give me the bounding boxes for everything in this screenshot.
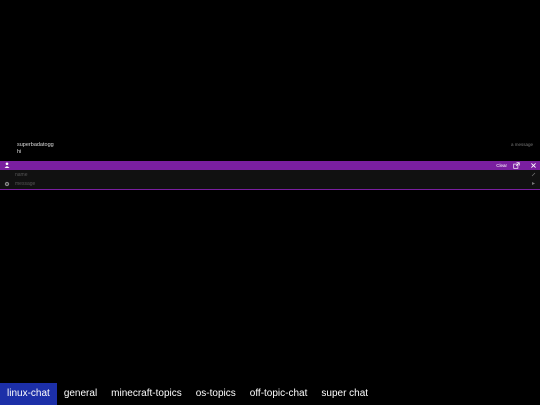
tab-off-topic-chat[interactable]: off-topic-chat: [243, 383, 315, 405]
message-input[interactable]: [15, 180, 515, 188]
channel-tabs: linux-chat general minecraft-topics os-t…: [0, 383, 540, 405]
clear-button[interactable]: Clear: [496, 162, 507, 169]
user-icon: [4, 162, 10, 168]
message-text: hi: [17, 149, 22, 155]
message-time: a message: [510, 142, 533, 147]
tab-general[interactable]: general: [57, 383, 104, 405]
tab-minecraft-topics[interactable]: minecraft-topics: [104, 383, 189, 405]
name-input[interactable]: [15, 171, 515, 179]
popout-icon[interactable]: [513, 162, 520, 169]
send-icon[interactable]: [531, 181, 536, 186]
chat-toolbar: Clear: [0, 161, 540, 170]
tab-linux-chat[interactable]: linux-chat: [0, 383, 57, 405]
tab-super-chat[interactable]: super chat: [314, 383, 375, 405]
close-icon[interactable]: [530, 162, 537, 169]
tab-os-topics[interactable]: os-topics: [189, 383, 243, 405]
composer: [0, 170, 540, 190]
settings-icon[interactable]: [4, 181, 10, 187]
name-tag-icon: [531, 172, 536, 177]
message-author: superbadatogg: [17, 142, 54, 148]
